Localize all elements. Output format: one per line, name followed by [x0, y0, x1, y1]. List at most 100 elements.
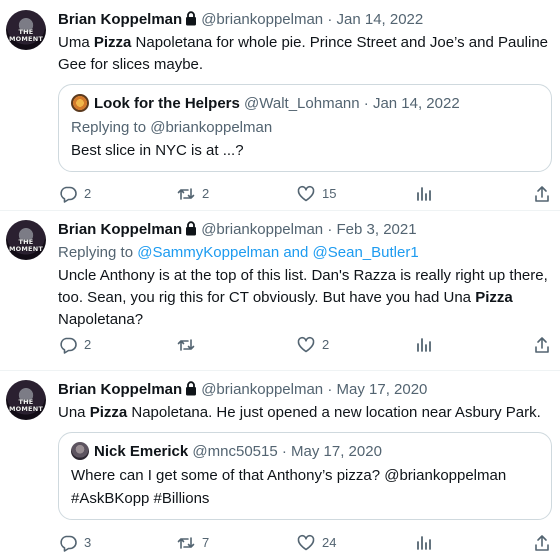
- action-bar: 2 2: [58, 334, 554, 356]
- tweet-text: Una Pizza Napoletana. He just opened a n…: [58, 402, 554, 424]
- quote-header: Nick Emerick @mnc50515 · May 17, 2020: [71, 442, 382, 462]
- quote-text-line: #AskBKopp #Billions: [71, 490, 210, 507]
- tweet[interactable]: THE MOMENT Brian Koppelman @briankoppelma…: [0, 0, 560, 210]
- highlight-term: Pizza: [93, 34, 132, 51]
- retweet-button[interactable]: 7: [176, 532, 209, 554]
- highlight-term: Pizza: [475, 289, 513, 306]
- author-name[interactable]: Brian Koppelman: [58, 381, 182, 398]
- reply-count: 2: [84, 337, 92, 352]
- text-segment: Napoletana?: [58, 311, 144, 328]
- speech-bubble-icon: [60, 535, 77, 552]
- heart-icon: [297, 336, 315, 353]
- dot-separator: ·: [327, 221, 333, 238]
- avatar-caption: THE MOMENT: [9, 28, 43, 43]
- quote-handle: @Walt_Lohmann: [244, 95, 360, 112]
- text-segment: Napoletana for whole pie. Prince Street …: [131, 34, 549, 51]
- quote-avatar: [71, 94, 89, 112]
- share-button[interactable]: [532, 334, 552, 356]
- avatar[interactable]: THE MOMENT: [6, 380, 46, 420]
- reply-button[interactable]: 3: [58, 532, 91, 554]
- retweet-button[interactable]: 2: [176, 183, 209, 205]
- dot-separator: ·: [363, 95, 369, 112]
- quote-author-name: Nick Emerick: [94, 443, 189, 460]
- quote-replying-to: Replying to @briankoppelman: [71, 119, 273, 136]
- retweet-count: 2: [202, 186, 210, 201]
- speech-bubble-icon: [60, 186, 77, 203]
- text-segment: Gee for slices maybe.: [58, 56, 204, 73]
- share-upload-icon: [535, 535, 549, 551]
- like-count: 2: [322, 337, 330, 352]
- like-button[interactable]: 24: [296, 532, 336, 554]
- share-upload-icon: [535, 186, 549, 202]
- lock-icon: [185, 221, 197, 242]
- share-button[interactable]: [532, 183, 552, 205]
- quote-avatar: [71, 442, 89, 460]
- avatar-caption: THE MOMENT: [9, 398, 43, 413]
- share-button[interactable]: [532, 532, 552, 554]
- views-button[interactable]: [414, 183, 434, 205]
- tweet[interactable]: THE MOMENT Brian Koppelman @briankoppelma…: [0, 370, 560, 560]
- tweet-text: Uma Pizza Napoletana for whole pie. Prin…: [58, 32, 554, 76]
- reply-count: 2: [84, 186, 92, 201]
- action-bar: 2 2 15: [58, 183, 554, 205]
- bar-chart-icon: [417, 187, 431, 201]
- text-segment: Una: [58, 404, 90, 421]
- text-segment: too. Sean, you rig this for CT obviously…: [58, 289, 476, 306]
- tweet-header: Brian Koppelman @briankoppelman · Jan 14,…: [58, 10, 423, 32]
- replying-to-label: Replying to: [58, 244, 138, 261]
- retweet-arrows-icon: [177, 537, 195, 549]
- text-segment: Uma: [58, 34, 94, 51]
- highlight-term: Pizza: [89, 404, 128, 421]
- tweet[interactable]: THE MOMENT Brian Koppelman @briankoppelma…: [0, 210, 560, 370]
- quote-text-line: Where can I get some of that Anthony’s p…: [71, 467, 507, 484]
- tweet-header: Brian Koppelman @briankoppelman · Feb 3, …: [58, 220, 417, 242]
- dot-separator: ·: [327, 381, 333, 398]
- quote-date: May 17, 2020: [291, 443, 382, 460]
- dot-separator: ·: [281, 443, 287, 460]
- avatar[interactable]: THE MOMENT: [6, 10, 46, 50]
- author-handle[interactable]: @briankoppelman: [201, 221, 323, 238]
- quote-text: Best slice in NYC is at ...?: [71, 142, 244, 159]
- retweet-arrows-icon: [177, 339, 195, 351]
- author-handle[interactable]: @briankoppelman: [201, 381, 323, 398]
- quote-author-name: Look for the Helpers: [94, 95, 240, 112]
- heart-icon: [297, 534, 315, 551]
- dot-separator: ·: [327, 11, 333, 28]
- text-segment: Uncle Anthony is at the top of this list…: [58, 267, 548, 284]
- views-button[interactable]: [414, 334, 434, 356]
- replying-to: Replying to @SammyKoppelman and @Sean_Bu…: [58, 243, 419, 263]
- like-button[interactable]: 2: [296, 334, 329, 356]
- quoted-tweet[interactable]: Nick Emerick @mnc50515 · May 17, 2020 Wh…: [58, 432, 552, 520]
- tweet-header: Brian Koppelman @briankoppelman · May 17,…: [58, 380, 427, 402]
- speech-bubble-icon: [60, 337, 77, 354]
- like-count: 15: [322, 186, 337, 201]
- quote-header: Look for the Helpers @Walt_Lohmann · Jan…: [71, 94, 460, 114]
- views-button[interactable]: [414, 532, 434, 554]
- like-button[interactable]: 15: [296, 183, 336, 205]
- retweet-arrows-icon: [177, 188, 195, 200]
- tweet-text: Uncle Anthony is at the top of this list…: [58, 265, 554, 331]
- share-upload-icon: [535, 337, 549, 353]
- avatar[interactable]: THE MOMENT: [6, 220, 46, 260]
- lock-icon: [185, 381, 197, 402]
- bar-chart-icon: [417, 338, 431, 352]
- reply-button[interactable]: 2: [58, 334, 91, 356]
- lock-icon: [185, 11, 197, 32]
- replying-to-handles[interactable]: @SammyKoppelman and @Sean_Butler1: [137, 244, 418, 261]
- action-bar: 3 7 24: [58, 532, 554, 554]
- quote-date: Jan 14, 2022: [372, 95, 460, 112]
- author-name[interactable]: Brian Koppelman: [58, 221, 182, 238]
- like-count: 24: [322, 535, 337, 550]
- tweet-date[interactable]: May 17, 2020: [337, 381, 428, 398]
- author-name[interactable]: Brian Koppelman: [58, 11, 182, 28]
- text-segment: Napoletana. He just opened a new locatio…: [127, 404, 541, 421]
- reply-button[interactable]: 2: [58, 183, 91, 205]
- quote-handle: @mnc50515: [192, 443, 278, 460]
- tweet-date[interactable]: Feb 3, 2021: [337, 221, 417, 238]
- quoted-tweet[interactable]: Look for the Helpers @Walt_Lohmann · Jan…: [58, 84, 552, 172]
- retweet-button[interactable]: [176, 334, 202, 356]
- tweet-date[interactable]: Jan 14, 2022: [337, 11, 424, 28]
- retweet-count: 7: [202, 535, 210, 550]
- heart-icon: [297, 185, 315, 202]
- author-handle[interactable]: @briankoppelman: [201, 11, 323, 28]
